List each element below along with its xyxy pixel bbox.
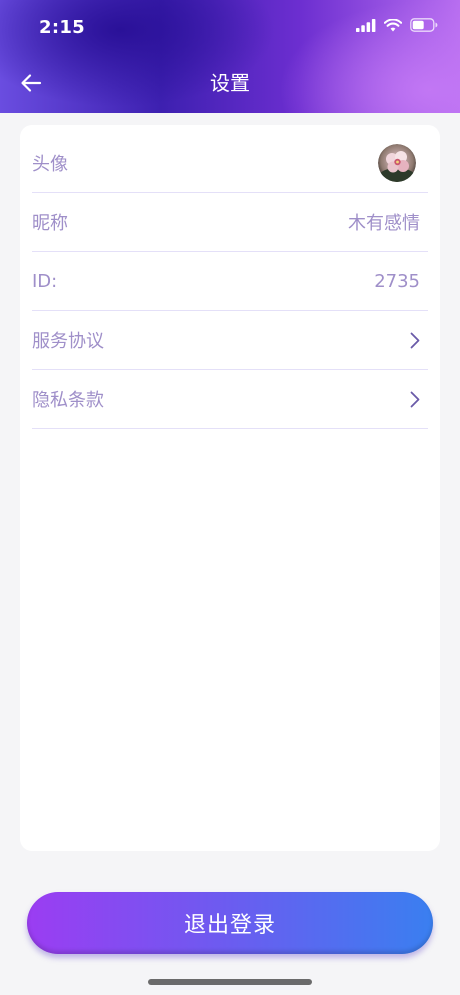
wifi-icon (384, 18, 402, 31)
logout-button[interactable]: 退出登录 (27, 892, 433, 954)
row-label-privacy-policy: 隐私条款 (32, 390, 104, 411)
settings-row-nickname[interactable]: 昵称 木有感情 (32, 193, 428, 252)
avatar[interactable] (378, 144, 416, 182)
settings-row-avatar[interactable]: 头像 (32, 134, 428, 193)
status-icons (356, 18, 438, 32)
signal-icon (356, 18, 376, 32)
nickname-value: 木有感情 (348, 213, 420, 234)
row-label-nickname: 昵称 (32, 213, 68, 234)
row-label-service-agreement: 服务协议 (32, 331, 104, 352)
settings-row-service-agreement[interactable]: 服务协议 (32, 311, 428, 370)
header: 2:15 设置 (0, 0, 460, 113)
battery-icon (410, 18, 438, 32)
chevron-right-icon (410, 391, 420, 407)
row-label-avatar: 头像 (32, 154, 68, 175)
page-title: 设置 (210, 71, 250, 95)
status-bar: 2:15 (0, 0, 460, 56)
settings-row-id: ID: 2735 (32, 252, 428, 311)
chevron-right-icon (410, 332, 420, 348)
home-indicator (148, 979, 312, 985)
id-value: 2735 (374, 270, 420, 292)
settings-card: 头像 昵称 木有感情 ID: 2735 服务协议 隐私条款 (20, 125, 440, 851)
status-time: 2:15 (39, 17, 85, 38)
settings-row-privacy-policy[interactable]: 隐私条款 (32, 370, 428, 429)
row-label-id: ID: (32, 270, 58, 292)
